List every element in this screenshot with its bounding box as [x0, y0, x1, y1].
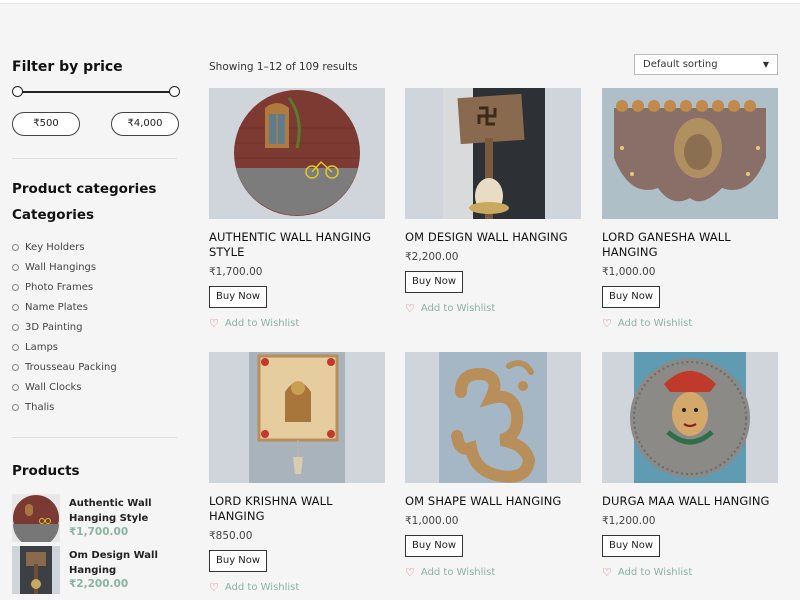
product-card: DURGA MAA WALL HANGING ₹1,200.00 Buy Now…: [602, 352, 778, 578]
category-item-3d-painting[interactable]: 3D Painting: [12, 317, 117, 337]
sidebar-product-item[interactable]: Om Design Wall Hanging ₹2,200.00: [12, 546, 180, 594]
bullet-icon: [12, 383, 19, 391]
price-min-field[interactable]: ₹500: [12, 112, 80, 136]
bullet-icon: [12, 303, 19, 311]
category-item-key-holders[interactable]: Key Holders: [12, 237, 117, 257]
add-to-wishlist-link[interactable]: ♡ Add to Wishlist: [209, 580, 385, 594]
add-to-wishlist-link[interactable]: ♡ Add to Wishlist: [209, 316, 385, 330]
bullet-icon: [12, 283, 19, 291]
buy-now-button[interactable]: Buy Now: [602, 535, 661, 557]
heart-icon: ♡: [405, 301, 415, 315]
product-card: AUTHENTIC WALL HANGING STYLE ₹1,700.00 B…: [209, 88, 385, 329]
sidebar-product-item[interactable]: Authentic Wall Hanging Style ₹1,700.00: [12, 494, 180, 542]
sort-selected-value: Default sorting: [643, 59, 718, 70]
add-to-wishlist-link[interactable]: ♡ Add to Wishlist: [602, 316, 778, 330]
heart-icon: ♡: [602, 565, 612, 579]
divider: [12, 437, 177, 438]
slider-track: [17, 91, 175, 93]
product-categories-heading: Product categories: [12, 181, 157, 197]
bullet-icon: [12, 323, 19, 331]
product-price: ₹1,700.00: [69, 526, 129, 538]
bullet-icon: [12, 403, 19, 411]
product-name[interactable]: Authentic Wall Hanging Style: [69, 496, 174, 526]
products-heading: Products: [12, 463, 80, 479]
product-image[interactable]: [405, 88, 581, 219]
add-to-wishlist-link[interactable]: ♡ Add to Wishlist: [405, 565, 581, 579]
filter-by-price-heading: Filter by price: [12, 59, 123, 75]
product-title[interactable]: OM SHAPE WALL HANGING: [405, 494, 581, 509]
heart-icon: ♡: [405, 565, 415, 579]
product-price: ₹1,200.00: [602, 515, 656, 527]
product-price: ₹2,200.00: [69, 578, 129, 590]
product-image[interactable]: [405, 352, 581, 483]
buy-now-button[interactable]: Buy Now: [602, 286, 661, 308]
buy-now-button[interactable]: Buy Now: [405, 535, 464, 557]
category-item-trousseau-packing[interactable]: Trousseau Packing: [12, 357, 117, 377]
slider-max-handle[interactable]: [169, 86, 180, 97]
product-title[interactable]: DURGA MAA WALL HANGING: [602, 494, 778, 509]
category-item-photo-frames[interactable]: Photo Frames: [12, 277, 117, 297]
buy-now-button[interactable]: Buy Now: [209, 286, 268, 308]
product-price: ₹1,000.00: [405, 515, 459, 527]
product-image[interactable]: [209, 352, 385, 483]
product-title[interactable]: OM DESIGN WALL HANGING: [405, 230, 581, 245]
product-card: OM DESIGN WALL HANGING ₹2,200.00 Buy Now…: [405, 88, 581, 314]
heart-icon: ♡: [209, 580, 219, 594]
product-image[interactable]: [209, 88, 385, 219]
price-max-field[interactable]: ₹4,000: [111, 112, 179, 136]
add-to-wishlist-link[interactable]: ♡ Add to Wishlist: [602, 565, 778, 579]
slider-min-handle[interactable]: [12, 86, 23, 97]
results-count: Showing 1–12 of 109 results: [209, 61, 358, 73]
divider: [12, 158, 177, 159]
product-image[interactable]: [602, 352, 778, 483]
product-card: OM SHAPE WALL HANGING ₹1,000.00 Buy Now …: [405, 352, 581, 578]
categories-heading: Categories: [12, 207, 95, 223]
top-border: [0, 0, 800, 4]
product-price: ₹1,700.00: [209, 266, 263, 278]
product-thumbnail[interactable]: [12, 494, 60, 542]
buy-now-button[interactable]: Buy Now: [209, 550, 268, 572]
product-title[interactable]: LORD KRISHNA WALL HANGING: [209, 494, 385, 524]
category-item-name-plates[interactable]: Name Plates: [12, 297, 117, 317]
add-to-wishlist-link[interactable]: ♡ Add to Wishlist: [405, 301, 581, 315]
category-item-thalis[interactable]: Thalis: [12, 397, 117, 417]
heart-icon: ♡: [602, 316, 612, 330]
product-thumbnail[interactable]: [12, 546, 60, 594]
category-item-wall-clocks[interactable]: Wall Clocks: [12, 377, 117, 397]
product-image[interactable]: [602, 88, 778, 219]
product-title[interactable]: LORD GANESHA WALL HANGING: [602, 230, 778, 260]
product-price: ₹850.00: [209, 530, 253, 542]
price-range-slider[interactable]: [12, 86, 180, 98]
chevron-down-icon: ▼: [762, 60, 769, 69]
bullet-icon: [12, 363, 19, 371]
buy-now-button[interactable]: Buy Now: [405, 271, 464, 293]
sort-select[interactable]: Default sorting ▼: [634, 54, 778, 75]
category-list: Key Holders Wall Hangings Photo Frames N…: [12, 237, 117, 417]
category-item-wall-hangings[interactable]: Wall Hangings: [12, 257, 117, 277]
product-price: ₹2,200.00: [405, 251, 459, 263]
product-price: ₹1,000.00: [602, 266, 656, 278]
product-card: LORD KRISHNA WALL HANGING ₹850.00 Buy No…: [209, 352, 385, 593]
bullet-icon: [12, 343, 19, 351]
bullet-icon: [12, 263, 19, 271]
product-title[interactable]: AUTHENTIC WALL HANGING STYLE: [209, 230, 385, 260]
product-name[interactable]: Om Design Wall Hanging: [69, 548, 174, 578]
bullet-icon: [12, 243, 19, 251]
product-card: LORD GANESHA WALL HANGING ₹1,000.00 Buy …: [602, 88, 778, 329]
heart-icon: ♡: [209, 316, 219, 330]
category-item-lamps[interactable]: Lamps: [12, 337, 117, 357]
